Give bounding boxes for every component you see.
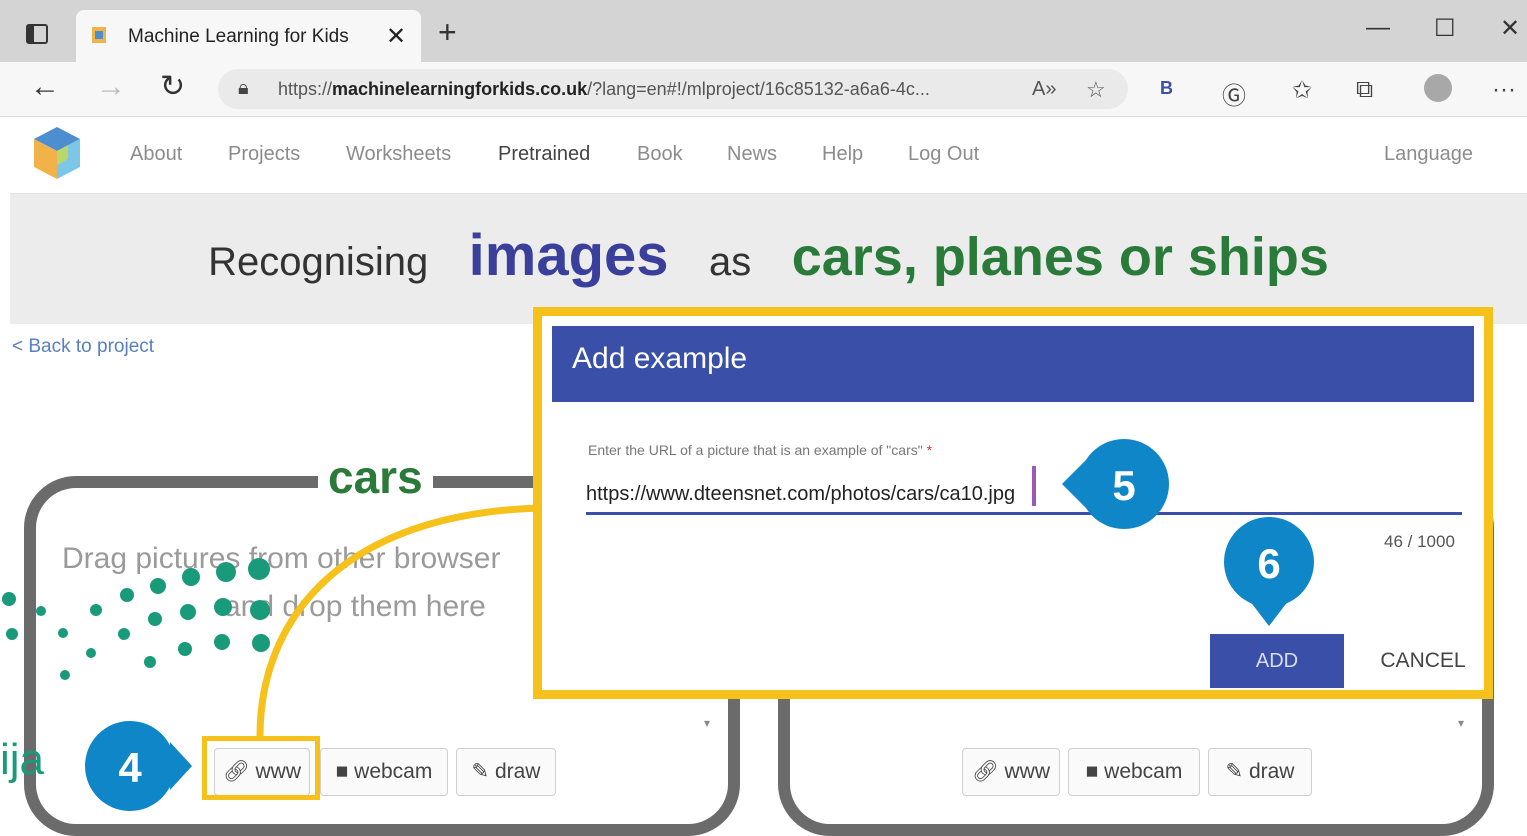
profile-avatar[interactable] — [1424, 74, 1452, 102]
browser-tab-bar: Machine Learning for Kids ✕ + — ☐ ✕ — [0, 0, 1527, 62]
bucket-cars-label: cars — [318, 450, 433, 504]
dialog-header: Add example — [552, 326, 1474, 402]
www-highlight-box — [202, 736, 320, 800]
tab-close-icon[interactable]: ✕ — [386, 22, 406, 51]
pencil-icon: ✎ — [471, 760, 495, 783]
lock-icon[interactable]: 🔒︎ — [238, 77, 249, 100]
nav-projects[interactable]: Projects — [228, 143, 300, 166]
title-word-recognising: Recognising — [208, 240, 429, 284]
maximize-button[interactable]: ☐ — [1434, 14, 1456, 43]
callout-5: 5 — [1062, 439, 1169, 529]
decorative-dot — [178, 642, 192, 656]
cancel-button[interactable]: CANCEL — [1378, 634, 1468, 688]
decorative-dot — [120, 588, 134, 602]
more-menu-icon[interactable]: ··· — [1492, 76, 1516, 104]
window-close-button[interactable]: ✕ — [1500, 14, 1520, 43]
project-title: Recognising images as cars, planes or sh… — [10, 222, 1527, 289]
minimize-button[interactable]: — — [1366, 14, 1390, 42]
add-example-dialog: Add example Enter the URL of a picture t… — [533, 307, 1493, 699]
decorative-dot — [180, 604, 196, 620]
callout-4: 4 — [85, 721, 192, 811]
forward-arrow-icon[interactable]: → — [96, 72, 126, 102]
decorative-dot — [90, 604, 102, 616]
decorative-dot — [58, 628, 68, 638]
dialog-title: Add example — [572, 342, 748, 375]
refresh-icon[interactable]: ↻ — [160, 72, 185, 102]
decorative-dot — [60, 670, 70, 680]
scroll-down-icon[interactable]: ▾ — [1458, 716, 1464, 730]
callout-connector — [256, 504, 541, 737]
decorative-dot — [182, 568, 200, 586]
camera-icon: ■ — [1085, 760, 1105, 783]
callout-6: 6 — [1224, 517, 1314, 626]
character-counter: 46 / 1000 — [1384, 532, 1455, 551]
add-draw-button-cars[interactable]: ✎ draw — [456, 748, 556, 796]
decorative-dot — [214, 634, 230, 650]
decorative-dot — [6, 628, 18, 640]
add-favorite-icon[interactable]: ☆ — [1086, 77, 1106, 103]
ml-for-kids-logo[interactable] — [32, 125, 82, 181]
nav-worksheets[interactable]: Worksheets — [346, 143, 451, 166]
add-www-button-planes[interactable]: 🔗︎ www — [962, 748, 1060, 796]
nav-language[interactable]: Language — [1384, 143, 1473, 166]
project-banner: Recognising images as cars, planes or sh… — [10, 194, 1527, 324]
url-text: https://machinelearningforkids.co.uk/?la… — [278, 79, 930, 99]
camera-icon: ■ — [335, 760, 355, 783]
add-button[interactable]: ADD — [1210, 634, 1344, 688]
browser-tab[interactable]: Machine Learning for Kids ✕ — [76, 10, 421, 62]
pencil-icon: ✎ — [1225, 760, 1249, 783]
back-arrow-icon[interactable]: ← — [30, 72, 60, 102]
decorative-dot — [144, 656, 156, 668]
favorites-icon[interactable]: ✩ — [1292, 76, 1312, 105]
nav-pretrained[interactable]: Pretrained — [498, 143, 590, 166]
decorative-dot — [216, 562, 236, 582]
extension-icon[interactable]: B — [1160, 78, 1173, 99]
url-field-label: Enter the URL of a picture that is an ex… — [588, 442, 933, 458]
decorative-dot — [86, 648, 96, 658]
add-webcam-button-planes[interactable]: ■ webcam — [1068, 748, 1200, 796]
title-word-as: as — [709, 240, 752, 284]
nav-about[interactable]: About — [130, 143, 182, 166]
site-navigation: About Projects Worksheets Pretrained Boo… — [10, 117, 1527, 194]
tab-actions-icon[interactable] — [26, 24, 48, 44]
tab-title: Machine Learning for Kids — [128, 26, 349, 47]
decorative-dot — [148, 612, 162, 626]
extension-g-icon[interactable]: Ⓖ — [1222, 76, 1246, 111]
nav-book[interactable]: Book — [637, 143, 683, 166]
image-url-input[interactable] — [586, 476, 1462, 515]
callout-5-number: 5 — [1112, 462, 1135, 509]
new-tab-button[interactable]: + — [438, 16, 457, 48]
callout-4-number: 4 — [118, 744, 142, 791]
decorative-dot — [150, 578, 166, 594]
scroll-down-icon[interactable]: ▾ — [704, 716, 710, 730]
add-webcam-button-cars[interactable]: ■ webcam — [320, 748, 448, 796]
back-to-project-link[interactable]: < Back to project — [12, 336, 154, 358]
nav-help[interactable]: Help — [822, 143, 863, 166]
add-draw-button-planes[interactable]: ✎ draw — [1208, 748, 1312, 796]
address-field[interactable]: 🔒︎ https://machinelearningforkids.co.uk/… — [218, 69, 1128, 109]
title-word-images: images — [468, 223, 669, 288]
decorative-dot — [118, 628, 130, 640]
link-icon: 🔗︎ — [972, 760, 1005, 783]
address-toolbar: ← → ↻ 🔒︎ https://machinelearningforkids.… — [0, 62, 1527, 117]
brand-logo-fragment: ija — [0, 735, 45, 784]
title-labels: cars, planes or ships — [791, 227, 1329, 287]
decorative-dot — [36, 606, 46, 616]
callout-6-number: 6 — [1257, 540, 1280, 587]
nav-news[interactable]: News — [727, 143, 777, 166]
nav-logout[interactable]: Log Out — [908, 143, 979, 166]
decorative-dot — [2, 592, 16, 606]
read-aloud-icon[interactable]: A» — [1032, 78, 1056, 101]
collections-icon[interactable]: ⧉ — [1356, 76, 1373, 104]
site-favicon-icon — [92, 27, 106, 43]
decorative-dot — [214, 598, 232, 616]
text-cursor — [1032, 466, 1036, 506]
